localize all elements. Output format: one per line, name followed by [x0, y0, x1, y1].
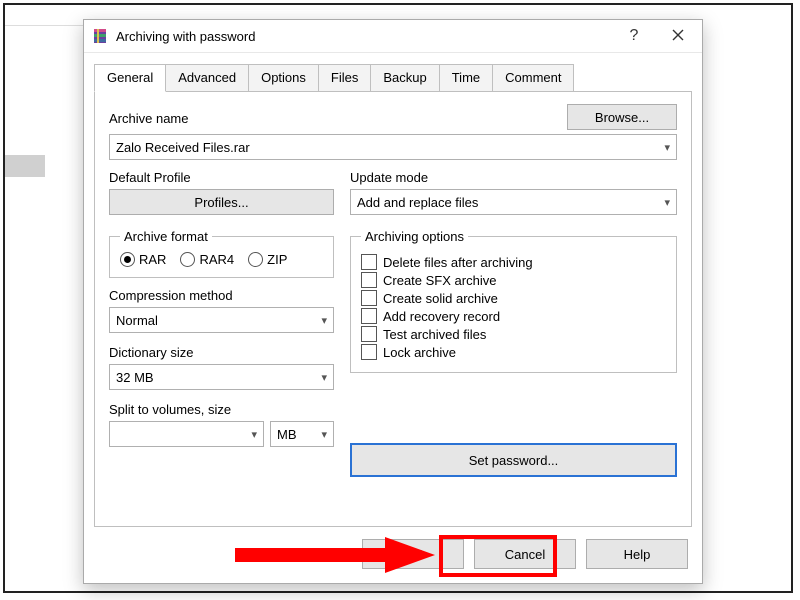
checkbox-icon: [361, 326, 377, 342]
dictionary-select[interactable]: 32 MB ▾: [109, 364, 334, 390]
ok-button[interactable]: OK: [362, 539, 464, 569]
tab-label: Backup: [383, 70, 426, 85]
close-button[interactable]: [656, 21, 700, 51]
checkbox-icon: [361, 254, 377, 270]
help-button[interactable]: ?: [612, 21, 656, 51]
left-column: Default Profile Profiles... Archive form…: [109, 170, 334, 477]
tab-time[interactable]: Time: [439, 64, 493, 91]
profiles-button[interactable]: Profiles...: [109, 189, 334, 215]
tab-backup[interactable]: Backup: [370, 64, 439, 91]
radio-rar4[interactable]: RAR4: [180, 252, 234, 267]
tab-label: Options: [261, 70, 306, 85]
close-icon: [672, 28, 684, 45]
tab-label: Files: [331, 70, 358, 85]
check-label: Create SFX archive: [383, 273, 496, 288]
split-unit-value: MB: [277, 427, 297, 442]
radio-label: ZIP: [267, 252, 287, 267]
compression-select[interactable]: Normal ▾: [109, 307, 334, 333]
archive-name-input[interactable]: Zalo Received Files.rar ▾: [109, 134, 677, 160]
set-password-label: Set password...: [469, 453, 559, 468]
radio-icon: [180, 252, 195, 267]
split-unit-select[interactable]: MB ▾: [270, 421, 334, 447]
chevron-down-icon: ▾: [664, 141, 670, 154]
check-lock[interactable]: Lock archive: [361, 344, 666, 360]
tab-advanced[interactable]: Advanced: [165, 64, 249, 91]
dictionary-value: 32 MB: [116, 370, 154, 385]
split-size-input[interactable]: ▾: [109, 421, 264, 447]
tab-general[interactable]: General: [94, 64, 166, 92]
screenshot-frame: Archiving with password ? General Advanc…: [3, 3, 793, 593]
default-profile-label: Default Profile: [109, 170, 334, 185]
titlebar: Archiving with password ?: [84, 20, 702, 53]
radio-rar[interactable]: RAR: [120, 252, 166, 267]
window-title: Archiving with password: [116, 29, 612, 44]
tab-label: Advanced: [178, 70, 236, 85]
tab-label: Time: [452, 70, 480, 85]
ok-label: OK: [404, 547, 423, 562]
chevron-down-icon: ▾: [664, 196, 670, 209]
tab-files[interactable]: Files: [318, 64, 371, 91]
radio-zip[interactable]: ZIP: [248, 252, 287, 267]
radio-icon: [248, 252, 263, 267]
archive-format-legend: Archive format: [120, 229, 212, 244]
tab-comment[interactable]: Comment: [492, 64, 574, 91]
right-column: Update mode Add and replace files ▾ Arch…: [350, 170, 677, 477]
check-label: Create solid archive: [383, 291, 498, 306]
check-label: Test archived files: [383, 327, 486, 342]
radio-label: RAR: [139, 252, 166, 267]
radio-label: RAR4: [199, 252, 234, 267]
dictionary-label: Dictionary size: [109, 345, 334, 360]
winrar-icon: [92, 28, 108, 44]
general-panel: Archive name Browse... Zalo Received Fil…: [94, 91, 692, 527]
update-mode-select[interactable]: Add and replace files ▾: [350, 189, 677, 215]
chevron-down-icon: ▾: [251, 428, 257, 441]
check-delete-after[interactable]: Delete files after archiving: [361, 254, 666, 270]
check-sfx[interactable]: Create SFX archive: [361, 272, 666, 288]
check-test[interactable]: Test archived files: [361, 326, 666, 342]
checkbox-icon: [361, 344, 377, 360]
check-label: Add recovery record: [383, 309, 500, 324]
check-label: Lock archive: [383, 345, 456, 360]
browse-label: Browse...: [595, 110, 649, 125]
archive-dialog: Archiving with password ? General Advanc…: [83, 19, 703, 584]
radio-icon: [120, 252, 135, 267]
background-window-edge: [5, 25, 85, 26]
compression-value: Normal: [116, 313, 158, 328]
profiles-label: Profiles...: [194, 195, 248, 210]
help-footer-button[interactable]: Help: [586, 539, 688, 569]
tab-strip: General Advanced Options Files Backup Ti…: [84, 53, 702, 91]
check-label: Delete files after archiving: [383, 255, 533, 270]
chevron-down-icon: ▾: [321, 428, 327, 441]
checkbox-icon: [361, 272, 377, 288]
tab-label: General: [107, 70, 153, 85]
checkbox-icon: [361, 308, 377, 324]
archive-name-label: Archive name: [109, 111, 188, 126]
tab-label: Comment: [505, 70, 561, 85]
help-icon: ?: [630, 27, 639, 45]
cancel-label: Cancel: [505, 547, 545, 562]
help-label: Help: [624, 547, 651, 562]
check-solid[interactable]: Create solid archive: [361, 290, 666, 306]
background-selection: [5, 155, 45, 177]
chevron-down-icon: ▾: [321, 371, 327, 384]
dialog-footer: OK Cancel Help: [84, 527, 702, 583]
check-recovery[interactable]: Add recovery record: [361, 308, 666, 324]
update-mode-label: Update mode: [350, 170, 677, 185]
update-mode-value: Add and replace files: [357, 195, 478, 210]
checkbox-icon: [361, 290, 377, 306]
browse-button[interactable]: Browse...: [567, 104, 677, 130]
chevron-down-icon: ▾: [321, 314, 327, 327]
archive-name-value: Zalo Received Files.rar: [116, 140, 250, 155]
set-password-button[interactable]: Set password...: [350, 443, 677, 477]
cancel-button[interactable]: Cancel: [474, 539, 576, 569]
compression-label: Compression method: [109, 288, 334, 303]
split-label: Split to volumes, size: [109, 402, 334, 417]
archiving-options-legend: Archiving options: [361, 229, 468, 244]
tab-options[interactable]: Options: [248, 64, 319, 91]
